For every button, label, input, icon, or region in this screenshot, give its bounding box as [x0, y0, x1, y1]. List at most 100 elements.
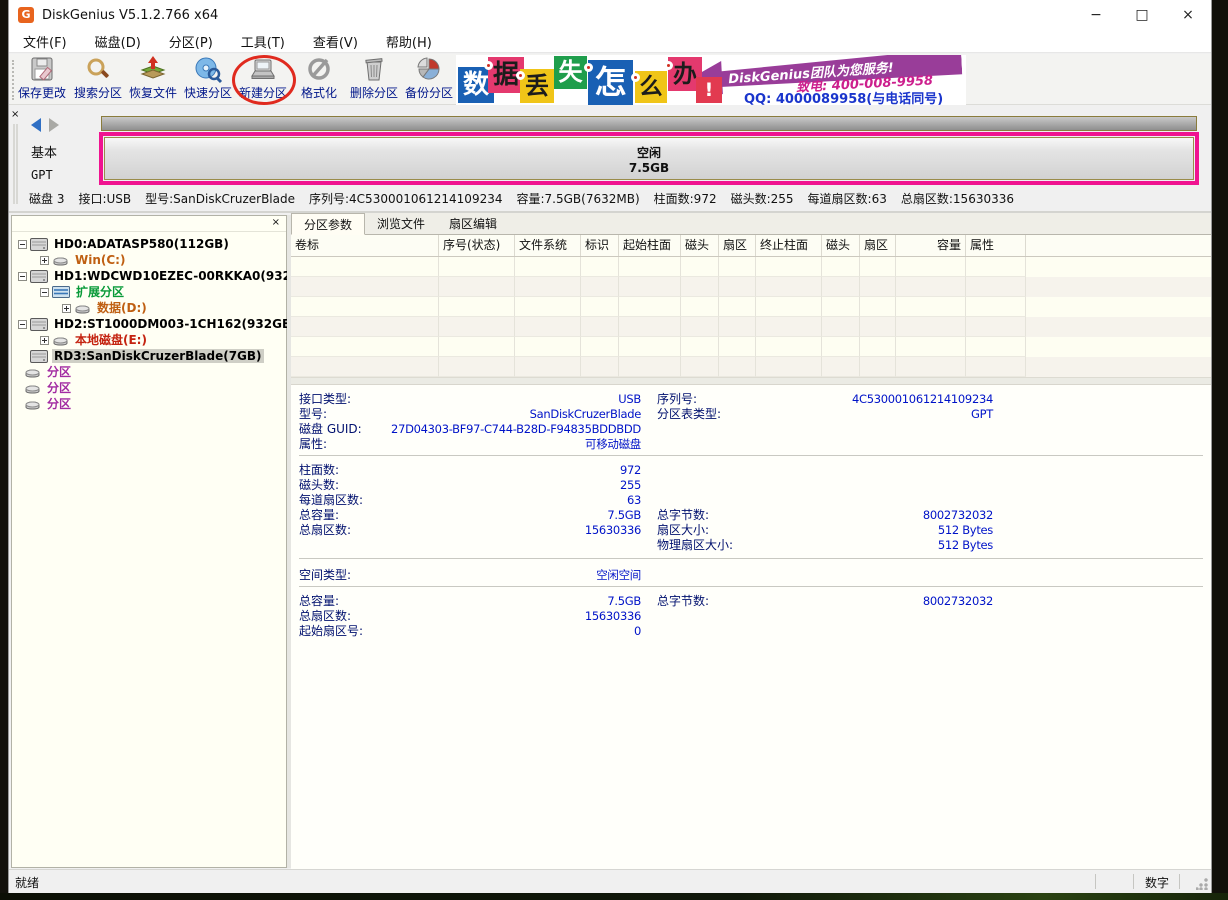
app-logo-icon: G — [18, 7, 34, 23]
disk-overview-panel: × 基本 GPT 空闲 7.5GB 磁盘 3接口:USB型号:SanDiskCr… — [9, 106, 1211, 213]
disk-icon — [30, 318, 52, 331]
status-separator — [1133, 874, 1134, 889]
column-header-7[interactable]: 终止柱面 — [756, 235, 822, 256]
tree-item-1[interactable]: Win(C:) — [12, 252, 286, 268]
drive-icon — [24, 367, 45, 378]
table-cell — [581, 337, 619, 357]
column-header-11[interactable]: 属性 — [966, 235, 1026, 256]
table-row[interactable] — [291, 297, 1211, 317]
table-row[interactable] — [291, 257, 1211, 277]
menu-item-3[interactable]: 工具(T) — [227, 32, 299, 51]
table-cell — [966, 297, 1026, 317]
column-header-4[interactable]: 起始柱面 — [619, 235, 681, 256]
expand-plus-icon[interactable] — [40, 336, 49, 345]
table-cell — [756, 257, 822, 277]
back-arrow-icon[interactable] — [31, 118, 41, 132]
table-row[interactable] — [291, 277, 1211, 297]
view-label-basic[interactable]: 基本 — [31, 142, 57, 161]
table-cell — [822, 277, 860, 297]
column-header-0[interactable]: 卷标 — [291, 235, 439, 256]
quick-partition-button[interactable]: 快速分区 — [180, 56, 236, 104]
tree-item-7[interactable]: RD3:SanDiskCruzerBlade(7GB) — [12, 348, 286, 364]
table-row[interactable] — [291, 337, 1211, 357]
disk-icon — [30, 238, 52, 251]
forward-arrow-icon[interactable] — [49, 118, 59, 132]
table-row[interactable] — [291, 357, 1211, 377]
detail-row: 接口类型:USB序列号:4C530001061214109234 — [299, 390, 1205, 405]
table-cell — [439, 257, 515, 277]
resize-grip[interactable] — [1196, 878, 1208, 890]
toolbar-button-label: 格式化 — [291, 84, 347, 101]
column-header-6[interactable]: 扇区 — [719, 235, 756, 256]
column-header-10[interactable]: 容量 — [896, 235, 966, 256]
minimize-button[interactable]: − — [1079, 0, 1113, 30]
tree-item-2[interactable]: HD1:WDCWD10EZEC-00RKKA0(932GB) — [12, 268, 286, 284]
free-space-block[interactable]: 空闲 7.5GB — [104, 137, 1194, 180]
save-changes-button[interactable]: 保存更改 — [14, 56, 70, 104]
collapse-minus-icon[interactable] — [18, 320, 27, 329]
table-cell — [896, 297, 966, 317]
column-header-9[interactable]: 扇区 — [860, 235, 896, 256]
column-header-3[interactable]: 标识 — [581, 235, 619, 256]
expand-plus-icon[interactable] — [40, 256, 49, 265]
menu-item-0[interactable]: 文件(F) — [9, 32, 81, 51]
expand-plus-icon[interactable] — [62, 304, 71, 313]
tree-item-10[interactable]: 分区 — [12, 396, 286, 412]
tree-item-8[interactable]: 分区 — [12, 364, 286, 380]
tree-panel-header: × — [12, 216, 286, 232]
table-cell — [681, 277, 719, 297]
panel-close-icon[interactable]: × — [11, 110, 25, 120]
search-partition-button[interactable]: 搜索分区 — [70, 56, 126, 104]
banner-ring-icon — [664, 61, 673, 70]
table-cell — [619, 277, 681, 297]
column-header-2[interactable]: 文件系统 — [515, 235, 581, 256]
tree-item-3[interactable]: 扩展分区 — [12, 284, 286, 300]
annotation-pink-box: 空闲 7.5GB — [99, 132, 1199, 185]
backup-partition-button[interactable]: 备份分区 — [401, 56, 457, 104]
tree-item-4[interactable]: 数据(D:) — [12, 300, 286, 316]
tree-item-6[interactable]: 本地磁盘(E:) — [12, 332, 286, 348]
menu-item-4[interactable]: 查看(V) — [299, 32, 372, 51]
tree-item-9[interactable]: 分区 — [12, 380, 286, 396]
table-cell — [291, 357, 439, 377]
format-button[interactable]: 格式化 — [291, 56, 347, 104]
table-cell — [681, 357, 719, 377]
collapse-minus-icon[interactable] — [18, 240, 27, 249]
delete-partition-button[interactable]: 删除分区 — [346, 56, 402, 104]
tab-1[interactable]: 浏览文件 — [365, 213, 437, 235]
disk-bar[interactable] — [101, 116, 1197, 131]
table-row[interactable] — [291, 317, 1211, 337]
table-cell — [439, 277, 515, 297]
table-cell — [860, 337, 896, 357]
table-cell — [439, 337, 515, 357]
column-header-8[interactable]: 磁头 — [822, 235, 860, 256]
tree-item-0[interactable]: HD0:ADATASP580(112GB) — [12, 236, 286, 252]
column-header-1[interactable]: 序号(状态) — [439, 235, 515, 256]
banner-tile: 怎 — [588, 60, 633, 105]
menu-item-1[interactable]: 磁盘(D) — [81, 32, 155, 51]
table-cell — [619, 337, 681, 357]
table-cell — [719, 317, 756, 337]
collapse-minus-icon[interactable] — [40, 288, 49, 297]
panel-grip[interactable]: × — [11, 110, 25, 206]
column-header-5[interactable]: 磁头 — [681, 235, 719, 256]
menu-item-5[interactable]: 帮助(H) — [372, 32, 446, 51]
toolbar-button-label: 恢复文件 — [125, 84, 181, 101]
collapse-minus-icon[interactable] — [18, 272, 27, 281]
banner-qq-text: QQ: 4000089958(与电话同号) — [744, 88, 943, 105]
table-cell — [681, 337, 719, 357]
trash-icon — [346, 56, 402, 84]
tab-0[interactable]: 分区参数 — [291, 213, 365, 235]
detail-row: 柱面数:972 — [299, 461, 1205, 476]
menu-item-2[interactable]: 分区(P) — [155, 32, 227, 51]
status-separator — [1095, 874, 1096, 889]
maximize-button[interactable]: □ — [1125, 0, 1159, 30]
tree-close-icon[interactable]: × — [272, 217, 280, 229]
tab-2[interactable]: 扇区编辑 — [437, 213, 509, 235]
detail-row: 磁盘 GUID:27D04303-BF97-C744-B28D-F94835BD… — [299, 420, 1205, 435]
tree-item-5[interactable]: HD2:ST1000DM003-1CH162(932GB) — [12, 316, 286, 332]
table-cell — [966, 337, 1026, 357]
recover-files-button[interactable]: 恢复文件 — [125, 56, 181, 104]
close-button[interactable]: × — [1171, 0, 1205, 30]
view-label-gpt[interactable]: GPT — [31, 168, 53, 182]
